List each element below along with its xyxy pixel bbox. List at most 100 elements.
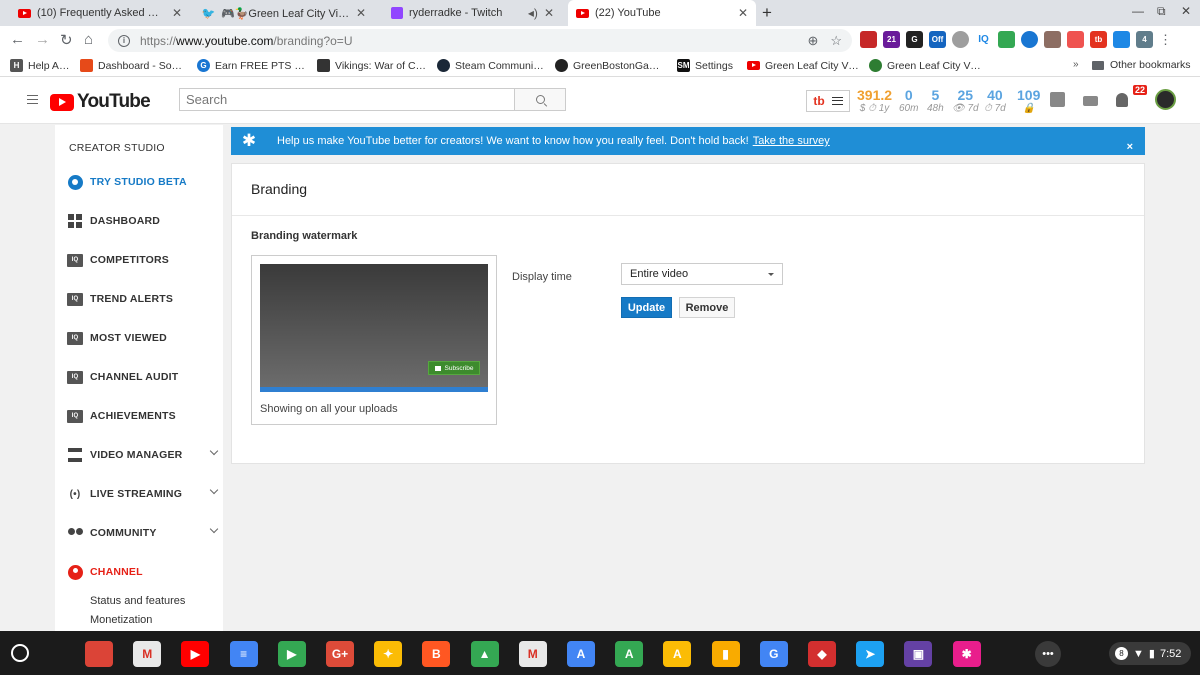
forward-icon[interactable]: → — [35, 31, 50, 48]
search-input[interactable] — [179, 88, 515, 111]
play-store-app-icon[interactable]: ▶ — [277, 641, 306, 667]
address-bar[interactable]: i https:// www.youtube.com /branding?o=U… — [108, 29, 852, 52]
tab-faq[interactable]: (10) Frequently Asked Question ✕ — [10, 0, 190, 26]
bookmark-dashboard[interactable]: Dashboard - Social B — [80, 59, 187, 72]
ads-app-icon[interactable]: A — [567, 641, 595, 667]
twitter-app-icon[interactable]: ➤ — [856, 641, 885, 667]
photos-app-icon[interactable]: ✦ — [374, 641, 403, 667]
analytics-icon[interactable] — [1050, 92, 1065, 107]
home-icon[interactable]: ⌂ — [84, 31, 93, 48]
chrome-app-icon[interactable] — [85, 641, 113, 667]
chevron-down-icon[interactable] — [209, 524, 219, 534]
other-bookmarks[interactable]: Other bookmarks — [1092, 59, 1191, 71]
close-icon[interactable]: ✕ — [172, 6, 182, 20]
chevron-down-icon[interactable] — [209, 485, 219, 495]
adwords-app-icon[interactable]: A — [615, 641, 644, 667]
chevron-down-icon[interactable] — [209, 446, 219, 456]
sidebar-item-community[interactable]: COMMUNITY — [67, 523, 219, 543]
analytics-app-icon[interactable]: ▮ — [711, 641, 740, 667]
globe-extension-icon[interactable] — [1021, 31, 1038, 48]
gear-extension-icon[interactable] — [1044, 31, 1061, 48]
bookmark-earn-pts[interactable]: GEarn FREE PTS - Gam — [197, 59, 307, 72]
youtube-app-icon[interactable]: ▶ — [181, 641, 210, 667]
close-icon[interactable]: × — [1127, 141, 1133, 153]
close-icon[interactable]: ✕ — [544, 6, 554, 20]
speaker-icon[interactable]: ◂) — [528, 6, 538, 20]
grammarly-icon[interactable]: G — [906, 31, 923, 48]
avatar[interactable] — [1155, 89, 1176, 110]
sidebar-item-channel[interactable]: CHANNEL — [67, 562, 217, 582]
tab-youtube-active[interactable]: (22) YouTube ✕ — [568, 0, 756, 26]
sidebar-item-competitors[interactable]: IQ COMPETITORS — [67, 250, 217, 270]
sidebar-item-most-viewed[interactable]: IQ MOST VIEWED — [67, 328, 217, 348]
sidebar-item-channel-audit[interactable]: IQ CHANNEL AUDIT — [67, 367, 217, 387]
bookmark-green-leaf-2[interactable]: Green Leaf City Video — [869, 59, 981, 72]
site-info-icon[interactable]: i — [118, 34, 130, 47]
star-app-icon[interactable]: ✱ — [952, 641, 981, 667]
bookmark-steam[interactable]: Steam Community : — [437, 59, 545, 72]
reload-icon[interactable]: ↻ — [60, 31, 73, 49]
docs-app-icon[interactable]: ≡ — [229, 641, 258, 667]
google-plus-app-icon[interactable]: G+ — [326, 641, 354, 667]
new-tab-button[interactable]: + — [762, 3, 772, 23]
status-tray[interactable]: 8 ▼ ▮ 7:52 — [1109, 642, 1191, 665]
screen-extension-icon[interactable] — [1113, 31, 1130, 48]
vidiq-extension-icon[interactable]: IQ — [975, 31, 992, 48]
bookmark-vikings[interactable]: Vikings: War of Clans — [317, 59, 427, 72]
display-time-select[interactable]: Entire video — [621, 263, 783, 285]
chart-extension-icon[interactable] — [860, 31, 877, 48]
twitch-app-icon[interactable]: ▣ — [904, 641, 933, 667]
adsense-app-icon[interactable]: A — [663, 641, 692, 667]
sidebar-item-live-streaming[interactable]: (•) LIVE STREAMING — [67, 484, 219, 504]
sidebar-item-try-studio-beta[interactable]: TRY STUDIO BETA — [67, 172, 217, 192]
bookmark-github[interactable]: GreenBostonGaming — [555, 59, 667, 72]
sidebar-item-video-manager[interactable]: VIDEO MANAGER — [67, 445, 219, 465]
gem-app-icon[interactable]: ◆ — [808, 641, 836, 667]
tab-green-leaf[interactable]: 🐦 🎮🦆Green Leaf City Video Gam ✕ — [194, 0, 374, 26]
branding-panel: Branding Branding watermark Subscribe Sh… — [231, 163, 1145, 464]
window-close-icon[interactable]: ✕ — [1181, 4, 1191, 18]
browser-tab-strip: (10) Frequently Asked Question ✕ 🐦 🎮🦆Gre… — [0, 0, 1200, 26]
bookmarks-overflow-button[interactable]: » — [1073, 59, 1079, 70]
my-business-app-icon[interactable]: G — [759, 641, 788, 667]
tab-twitch[interactable]: ryderradke - Twitch ◂) ✕ — [382, 0, 562, 26]
remove-button[interactable]: Remove — [679, 297, 735, 318]
sidebar-item-dashboard[interactable]: DASHBOARD — [67, 211, 217, 231]
sidebar-item-achievements[interactable]: IQ ACHIEVEMENTS — [67, 406, 217, 426]
bookmark-settings[interactable]: SM Settings — [677, 59, 737, 72]
gmail-app-2-icon[interactable]: M — [518, 641, 547, 667]
tubebuddy-menu[interactable]: tb — [806, 90, 850, 112]
bookmark-green-leaf-yt[interactable]: Green Leaf City Video — [747, 59, 859, 72]
bookmark-star-icon[interactable]: ☆ — [830, 33, 842, 49]
search-button[interactable] — [514, 88, 566, 111]
update-button[interactable]: Update — [621, 297, 672, 318]
more-apps-button[interactable]: ••• — [1035, 641, 1061, 667]
launcher-icon[interactable] — [11, 644, 29, 662]
drive-extension-icon[interactable] — [998, 31, 1015, 48]
blogger-app-icon[interactable]: B — [422, 641, 451, 667]
gmail-app-icon[interactable]: M — [133, 641, 162, 667]
hamburger-menu-icon[interactable] — [27, 95, 38, 104]
tubebuddy-extension-icon[interactable]: tb — [1090, 31, 1107, 48]
upload-video-icon[interactable] — [1083, 96, 1098, 106]
flag-extension-icon[interactable] — [1067, 31, 1084, 48]
youtube-logo[interactable]: YouTube — [50, 91, 151, 113]
gift-extension-icon[interactable]: Off — [929, 31, 946, 48]
bookmark-help-app[interactable]: H Help App — [10, 59, 70, 72]
drive-app-icon[interactable]: ▲ — [470, 641, 499, 667]
close-icon[interactable]: ✕ — [356, 6, 366, 20]
minimize-icon[interactable]: — — [1132, 4, 1144, 18]
sidebar-subitem-status-and-features[interactable]: Status and features — [90, 595, 185, 607]
sidebar-item-trend-alerts[interactable]: IQ TREND ALERTS — [67, 289, 217, 309]
circle-extension-icon[interactable] — [952, 31, 969, 48]
g-extension-icon[interactable]: 21 — [883, 31, 900, 48]
restore-icon[interactable]: ⧉ — [1157, 4, 1166, 19]
puzzle-extension-icon[interactable]: 4 — [1136, 31, 1153, 48]
menu-icon[interactable]: ⋮ — [1159, 32, 1172, 48]
close-icon[interactable]: ✕ — [738, 6, 748, 20]
sidebar-subitem-monetization[interactable]: Monetization — [90, 614, 152, 626]
zoom-icon[interactable]: ⊕ — [807, 33, 818, 49]
back-icon[interactable]: ← — [10, 31, 25, 48]
take-survey-link[interactable]: Take the survey — [753, 135, 830, 147]
notifications-bell-icon[interactable] — [1116, 92, 1128, 107]
